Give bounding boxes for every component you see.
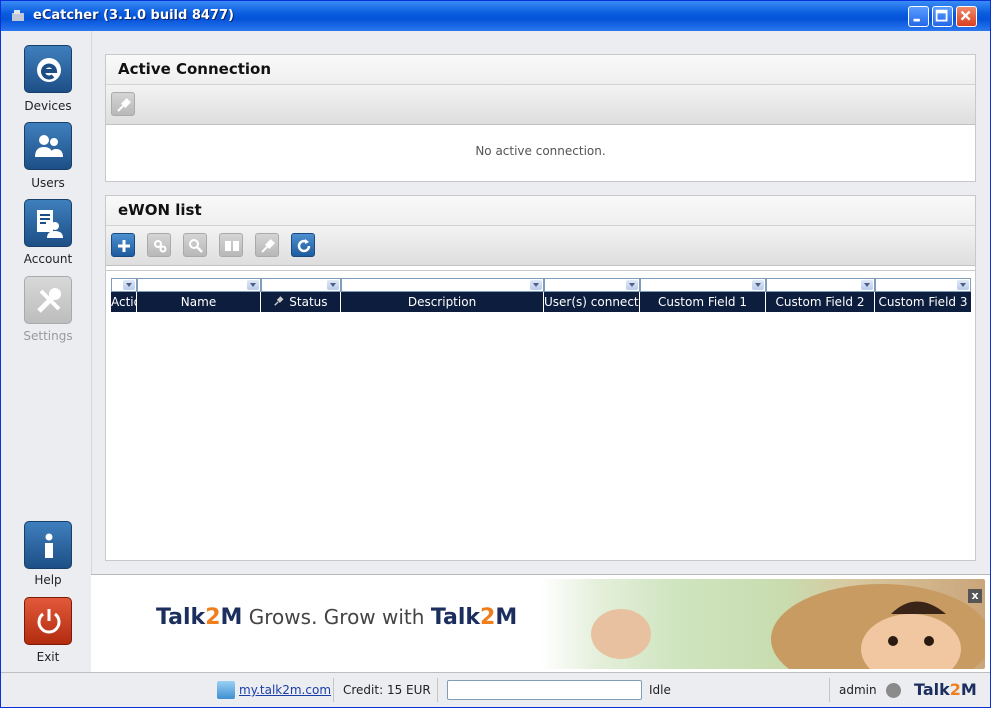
maximize-button[interactable] xyxy=(932,6,953,27)
gears-icon xyxy=(154,240,167,253)
active-connection-panel: Active Connection No active connection. xyxy=(105,54,976,182)
ecatcher-window: eCatcher (3.1.0 build 8477) Devices User… xyxy=(0,0,991,708)
account-button[interactable] xyxy=(24,199,72,247)
banner-photo xyxy=(541,579,990,672)
ewon-list-title: eWON list xyxy=(106,196,975,226)
column-header-status[interactable]: Status xyxy=(261,292,341,312)
chevron-down-icon xyxy=(123,280,135,290)
progress-bar xyxy=(447,680,642,700)
filter-action[interactable] xyxy=(111,278,137,292)
sidebar-label-exit: Exit xyxy=(36,650,60,664)
filter-custom-field-3[interactable] xyxy=(875,278,971,292)
status-divider xyxy=(829,678,830,702)
help-button[interactable] xyxy=(24,521,72,569)
sidebar: Devices Users Account Settings Help Exit xyxy=(1,31,91,672)
close-banner-button[interactable]: x xyxy=(968,589,982,603)
filter-custom-field-1[interactable] xyxy=(640,278,766,292)
refresh-icon xyxy=(297,239,311,253)
power-icon xyxy=(37,609,61,634)
column-filter-row xyxy=(111,278,971,292)
logbook-button[interactable] xyxy=(219,233,243,257)
status-divider xyxy=(333,678,334,702)
table-header-row: Actio Name Status Description User(s) co… xyxy=(111,292,971,312)
sidebar-label-account: Account xyxy=(23,252,73,266)
talk2m-banner[interactable]: Talk2M Grows. Grow with Talk2M x xyxy=(91,574,990,672)
filter-name[interactable] xyxy=(137,278,261,292)
plug-icon xyxy=(274,296,284,306)
account-icon xyxy=(37,210,63,238)
column-header-action[interactable]: Actio xyxy=(111,292,137,312)
talk2m-link[interactable]: my.talk2m.com xyxy=(239,683,331,697)
window-title: eCatcher (3.1.0 build 8477) xyxy=(33,8,234,23)
current-user: admin xyxy=(839,683,877,697)
close-window-button[interactable] xyxy=(956,6,977,27)
minimize-button[interactable] xyxy=(908,6,929,27)
chevron-down-icon xyxy=(626,280,638,290)
search-button[interactable] xyxy=(183,233,207,257)
book-icon xyxy=(225,241,239,251)
chevron-down-icon xyxy=(957,280,969,290)
ewon-logo-icon xyxy=(37,58,61,82)
filter-description[interactable] xyxy=(341,278,544,292)
column-header-custom-field-3[interactable]: Custom Field 3 xyxy=(875,292,971,312)
search-icon xyxy=(189,239,203,253)
chevron-down-icon xyxy=(327,280,339,290)
talk2m-logo: Talk2M xyxy=(914,680,977,699)
chevron-down-icon xyxy=(247,280,259,290)
credit-label: Credit: 15 EUR xyxy=(343,683,431,697)
status-bar: my.talk2m.com Credit: 15 EUR Idle admin … xyxy=(1,672,990,707)
filter-status[interactable] xyxy=(261,278,341,292)
users-button[interactable] xyxy=(24,122,72,170)
disconnect-button[interactable] xyxy=(111,92,135,116)
plus-icon xyxy=(118,240,130,252)
ewon-list-panel: eWON list xyxy=(105,195,976,271)
column-header-description[interactable]: Description xyxy=(341,292,544,312)
connection-state: Idle xyxy=(649,683,671,697)
no-connection-message: No active connection. xyxy=(475,144,606,158)
active-connection-toolbar xyxy=(106,85,975,125)
ewon-table: Actio Name Status Description User(s) co… xyxy=(105,270,976,561)
add-ewon-button[interactable] xyxy=(111,233,135,257)
status-divider xyxy=(437,678,438,702)
chevron-down-icon xyxy=(530,280,542,290)
properties-button[interactable] xyxy=(147,233,171,257)
plug-icon xyxy=(261,239,275,253)
connect-button[interactable] xyxy=(255,233,279,257)
active-connection-title: Active Connection xyxy=(106,55,975,85)
settings-button[interactable] xyxy=(24,276,72,324)
main-area: Active Connection No active connection. … xyxy=(91,31,990,574)
devices-button[interactable] xyxy=(24,45,72,93)
globe-icon xyxy=(217,681,235,699)
plug-icon xyxy=(117,98,131,112)
sidebar-label-settings: Settings xyxy=(23,329,73,343)
info-icon[interactable] xyxy=(886,683,901,698)
sidebar-label-devices: Devices xyxy=(24,99,72,113)
chevron-down-icon xyxy=(752,280,764,290)
filter-custom-field-2[interactable] xyxy=(766,278,875,292)
sidebar-label-help: Help xyxy=(34,573,62,587)
filter-users-connected[interactable] xyxy=(544,278,640,292)
exit-button[interactable] xyxy=(24,597,72,645)
tools-icon xyxy=(37,288,61,313)
chevron-down-icon xyxy=(861,280,873,290)
title-bar[interactable]: eCatcher (3.1.0 build 8477) xyxy=(1,1,990,31)
column-header-custom-field-1[interactable]: Custom Field 1 xyxy=(640,292,766,312)
ewon-list-toolbar xyxy=(106,226,975,266)
column-header-name[interactable]: Name xyxy=(137,292,261,312)
info-icon xyxy=(45,533,53,558)
users-icon xyxy=(35,135,63,157)
app-icon xyxy=(12,10,24,21)
column-header-users-connected[interactable]: User(s) connecte xyxy=(544,292,640,312)
column-header-status-label: Status xyxy=(289,295,328,309)
banner-slogan: Talk2M Grows. Grow with Talk2M xyxy=(156,605,518,630)
column-header-custom-field-2[interactable]: Custom Field 2 xyxy=(766,292,875,312)
sidebar-label-users: Users xyxy=(31,176,65,190)
refresh-button[interactable] xyxy=(291,233,315,257)
